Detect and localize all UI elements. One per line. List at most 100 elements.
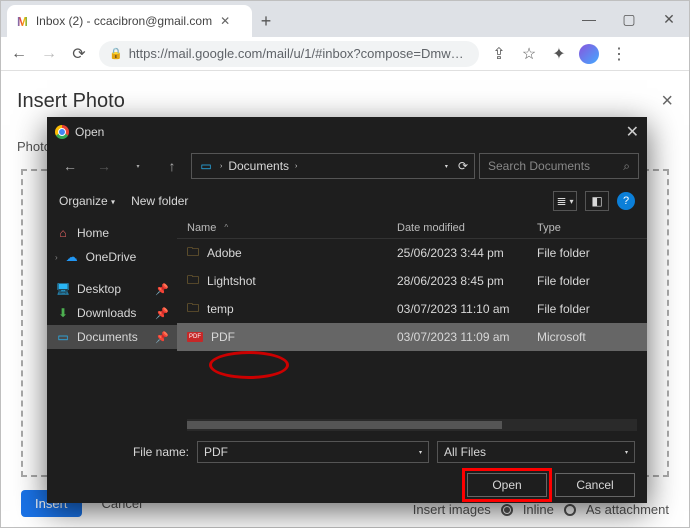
tab-close-icon[interactable]: ✕ (220, 14, 230, 28)
pin-icon: 📌 (155, 283, 169, 296)
insert-images-label: Insert images (413, 502, 491, 517)
path-box[interactable]: ▭ › Documents › ▾ ⟳ (191, 153, 475, 179)
filetype-value: All Files (444, 445, 486, 459)
inline-label[interactable]: Inline (523, 502, 554, 517)
nav-back[interactable]: ← (55, 151, 85, 181)
attachment-label[interactable]: As attachment (586, 502, 669, 517)
path-segment[interactable]: Documents (228, 159, 289, 173)
bookmark-button[interactable]: ☆ (519, 44, 539, 64)
dialog-cancel-button[interactable]: Cancel (555, 473, 635, 497)
chevron-right-icon: › (220, 163, 222, 170)
filetype-select[interactable]: All Files ▾ (437, 441, 635, 463)
site-lock-icon: 🔒 (109, 47, 123, 60)
window-maximize-button[interactable]: ▢ (609, 1, 649, 37)
file-row[interactable]: 🗀Adobe 25/06/2023 3:44 pm File folder (177, 239, 647, 267)
insert-footer-right: Insert images Inline As attachment (413, 502, 669, 517)
nav-back-button[interactable]: ← (9, 44, 29, 64)
chrome-menu-button[interactable]: ⋮ (609, 44, 629, 64)
share-button[interactable]: ⇪ (489, 44, 509, 64)
downloads-icon: ⬇ (55, 305, 71, 321)
nav-up[interactable]: ↑ (157, 151, 187, 181)
dialog-nav: ← → ▾ ↑ ▭ › Documents › ▾ ⟳ Search Docum… (47, 147, 647, 185)
view-options-button[interactable]: ≣ ▾ (553, 191, 577, 211)
gmail-icon: M (17, 14, 28, 29)
window-controls: ― ▢ ✕ (569, 1, 689, 37)
preview-pane-button[interactable]: ◧ (585, 191, 609, 211)
dialog-close-button[interactable]: ✕ (626, 122, 639, 142)
window-minimize-button[interactable]: ― (569, 1, 609, 37)
column-modified[interactable]: Date modified (397, 222, 537, 234)
chrome-window: M Inbox (2) - ccacibron@gmail.com ✕ + ― … (0, 0, 690, 528)
column-type[interactable]: Type (537, 222, 647, 234)
insert-photo-title: Insert Photo (17, 90, 125, 113)
window-close-button[interactable]: ✕ (649, 1, 689, 37)
filename-label: File name: (59, 445, 189, 459)
file-row[interactable]: 🗀Lightshot 28/06/2023 8:45 pm File folde… (177, 267, 647, 295)
horizontal-scrollbar[interactable] (187, 419, 637, 431)
file-list-area: Name^ Date modified Type 🗀Adobe 25/06/20… (177, 217, 647, 417)
browser-tab[interactable]: M Inbox (2) - ccacibron@gmail.com ✕ (7, 5, 252, 37)
file-row[interactable]: 🗀temp 03/07/2023 11:10 am File folder (177, 295, 647, 323)
dialog-bottom: File name: PDF ▾ All Files ▾ Open Cancel (47, 431, 647, 497)
filename-input[interactable]: PDF ▾ (197, 441, 429, 463)
nav-desktop[interactable]: 🖥Desktop📌 (47, 277, 177, 301)
nav-forward[interactable]: → (89, 151, 119, 181)
path-dropdown-icon[interactable]: ▾ (445, 163, 448, 170)
help-button[interactable]: ? (617, 192, 635, 210)
dialog-toolbar: Organize ▾ New folder ≣ ▾ ◧ ? (47, 185, 647, 217)
chevron-down-icon[interactable]: ▾ (625, 449, 628, 456)
column-name[interactable]: Name^ (177, 222, 397, 234)
chevron-down-icon[interactable]: ▾ (419, 449, 422, 456)
nav-documents[interactable]: ▭Documents📌 (47, 325, 177, 349)
folder-icon: 🗀 (187, 299, 199, 320)
scrollbar-thumb[interactable] (187, 421, 502, 429)
address-bar: ← → ⟳ 🔒 https://mail.google.com/mail/u/1… (1, 37, 689, 71)
pdf-icon: PDF (187, 332, 203, 342)
nav-downloads[interactable]: ⬇Downloads📌 (47, 301, 177, 325)
nav-tree: ⌂Home ›☁OneDrive 🖥Desktop📌 ⬇Downloads📌 ▭… (47, 217, 177, 417)
search-placeholder: Search Documents (488, 159, 590, 173)
sort-arrow-icon: ^ (224, 223, 228, 232)
profile-avatar[interactable] (579, 44, 599, 64)
filename-value: PDF (204, 445, 228, 459)
radio-inline[interactable] (501, 504, 513, 516)
onedrive-icon: ☁ (64, 249, 80, 265)
nav-reload-button[interactable]: ⟳ (69, 44, 89, 64)
url-box[interactable]: 🔒 https://mail.google.com/mail/u/1/#inbo… (99, 41, 479, 67)
nav-home[interactable]: ⌂Home (47, 221, 177, 245)
documents-icon: ▭ (55, 329, 71, 345)
file-rows: 🗀Adobe 25/06/2023 3:44 pm File folder 🗀L… (177, 239, 647, 417)
browser-titlebar: M Inbox (2) - ccacibron@gmail.com ✕ + ― … (1, 1, 689, 37)
new-folder-button[interactable]: New folder (131, 194, 188, 208)
chevron-right-icon: › (295, 163, 297, 170)
search-box[interactable]: Search Documents ⌕ (479, 153, 639, 179)
open-button[interactable]: Open (467, 473, 547, 497)
home-icon: ⌂ (55, 225, 71, 241)
folder-icon: 🗀 (187, 271, 199, 292)
pin-icon: 📌 (155, 307, 169, 320)
documents-icon: ▭ (198, 158, 214, 174)
dialog-body: ⌂Home ›☁OneDrive 🖥Desktop📌 ⬇Downloads📌 ▭… (47, 217, 647, 417)
insert-photo-close-button[interactable]: × (661, 90, 673, 113)
new-tab-button[interactable]: + (252, 11, 280, 32)
dialog-titlebar: Open ✕ (47, 117, 647, 147)
file-open-dialog: Open ✕ ← → ▾ ↑ ▭ › Documents › ▾ ⟳ Searc… (47, 117, 647, 503)
file-row-selected[interactable]: PDFPDF 03/07/2023 11:09 am Microsoft (177, 323, 647, 351)
nav-recent[interactable]: ▾ (123, 151, 153, 181)
tab-title: Inbox (2) - ccacibron@gmail.com (36, 14, 212, 28)
folder-icon: 🗀 (187, 243, 199, 264)
pin-icon: 📌 (155, 331, 169, 344)
nav-onedrive[interactable]: ›☁OneDrive (47, 245, 177, 269)
chrome-icon (55, 125, 69, 139)
radio-attachment[interactable] (564, 504, 576, 516)
dialog-title: Open (75, 125, 104, 139)
nav-forward-button[interactable]: → (39, 44, 59, 64)
extensions-button[interactable]: ✦ (549, 44, 569, 64)
file-list-header: Name^ Date modified Type (177, 217, 647, 239)
organize-menu[interactable]: Organize ▾ (59, 194, 115, 208)
search-icon: ⌕ (623, 159, 630, 174)
url-text: https://mail.google.com/mail/u/1/#inbox?… (129, 46, 464, 61)
dialog-buttons: Open Cancel (59, 473, 635, 497)
refresh-icon[interactable]: ⟳ (458, 159, 468, 173)
desktop-icon: 🖥 (55, 281, 71, 297)
